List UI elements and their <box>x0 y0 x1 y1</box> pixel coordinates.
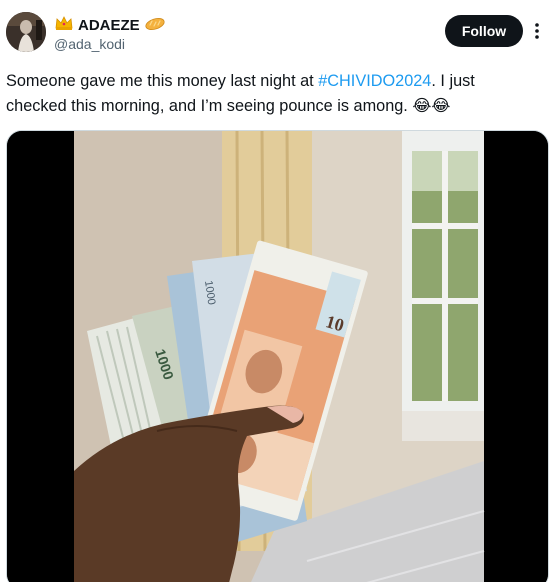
tweet-card: ADAEZE @ada_kodi Follow Someone gave me … <box>0 0 549 582</box>
more-dots-icon <box>535 23 539 39</box>
money-photo: 1000 1000 10 <box>7 131 548 582</box>
tweet-media-photo[interactable]: 1000 1000 10 <box>6 130 549 582</box>
hashtag-link[interactable]: #CHIVIDO2024 <box>318 72 431 90</box>
avatar-image <box>6 12 46 52</box>
display-name[interactable]: ADAEZE <box>78 17 140 34</box>
user-handle[interactable]: @ada_kodi <box>54 36 125 52</box>
tweet-text: Someone gave me this money last night at… <box>6 69 536 119</box>
crown-icon <box>54 15 74 35</box>
display-name-row[interactable]: ADAEZE <box>54 15 166 35</box>
follow-button[interactable]: Follow <box>445 15 523 47</box>
more-options-button[interactable] <box>528 19 546 43</box>
laughing-emoji: 😂😂 <box>412 97 451 115</box>
avatar[interactable] <box>6 12 46 52</box>
tweet-header: ADAEZE @ada_kodi Follow <box>0 0 549 66</box>
bread-icon <box>144 15 166 35</box>
tweet-text-part-1: Someone gave me this money last night at <box>6 72 319 90</box>
